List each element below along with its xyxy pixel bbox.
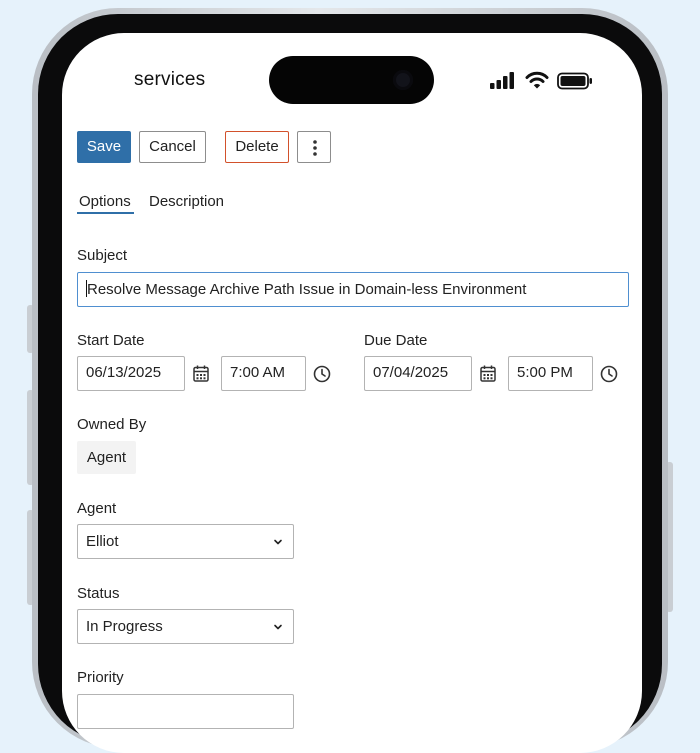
- more-options-button[interactable]: [297, 131, 331, 163]
- status-icons: [490, 71, 594, 91]
- delete-button[interactable]: Delete: [225, 131, 289, 163]
- phone-screen: services Save Cancel Delete Options Desc…: [62, 33, 642, 753]
- status-label: Status: [77, 585, 120, 602]
- calendar-icon[interactable]: [193, 365, 209, 387]
- start-time-input[interactable]: 7:00 AM: [221, 356, 306, 391]
- clock-icon[interactable]: [600, 365, 618, 388]
- agent-select[interactable]: Elliot: [77, 524, 294, 559]
- due-date-input[interactable]: 07/04/2025: [364, 356, 472, 391]
- subject-input[interactable]: Resolve Message Archive Path Issue in Do…: [77, 272, 629, 307]
- camera-icon: [393, 70, 413, 90]
- dynamic-island: [269, 56, 434, 104]
- active-tab-indicator: [77, 212, 134, 214]
- clock-icon[interactable]: [313, 365, 331, 388]
- priority-select[interactable]: [77, 694, 294, 729]
- tab-description[interactable]: Description: [149, 193, 224, 210]
- tab-description-label: Description: [149, 193, 225, 210]
- start-date-label: Start Date: [77, 332, 145, 349]
- cancel-button[interactable]: Cancel: [139, 131, 206, 163]
- carrier-label: services: [134, 69, 206, 90]
- save-button[interactable]: Save: [77, 131, 131, 163]
- priority-label: Priority: [77, 669, 124, 686]
- subject-label: Subject: [77, 247, 128, 264]
- agent-label: Agent: [77, 500, 117, 517]
- start-date-input[interactable]: 06/13/2025: [77, 356, 185, 391]
- signal-icon: [490, 71, 516, 96]
- battery-icon: [557, 72, 593, 95]
- wifi-icon: [525, 70, 549, 95]
- due-time-input[interactable]: 5:00 PM: [508, 356, 593, 391]
- calendar-icon[interactable]: [480, 365, 496, 387]
- more-vertical-icon: [313, 140, 317, 156]
- owned-by-label: Owned By: [77, 416, 147, 433]
- status-select[interactable]: In Progress: [77, 609, 294, 644]
- owned-by-toggle[interactable]: Agent: [77, 441, 136, 474]
- tab-options-label: Options: [79, 193, 131, 210]
- tab-options[interactable]: Options: [77, 193, 134, 214]
- chevron-down-icon: [274, 539, 282, 545]
- due-date-label: Due Date: [364, 332, 428, 349]
- agent-select-value: Elliot: [86, 533, 119, 550]
- subject-value: Resolve Message Archive Path Issue in Do…: [87, 281, 527, 298]
- status-select-value: In Progress: [86, 618, 163, 635]
- chevron-down-icon: [274, 624, 282, 630]
